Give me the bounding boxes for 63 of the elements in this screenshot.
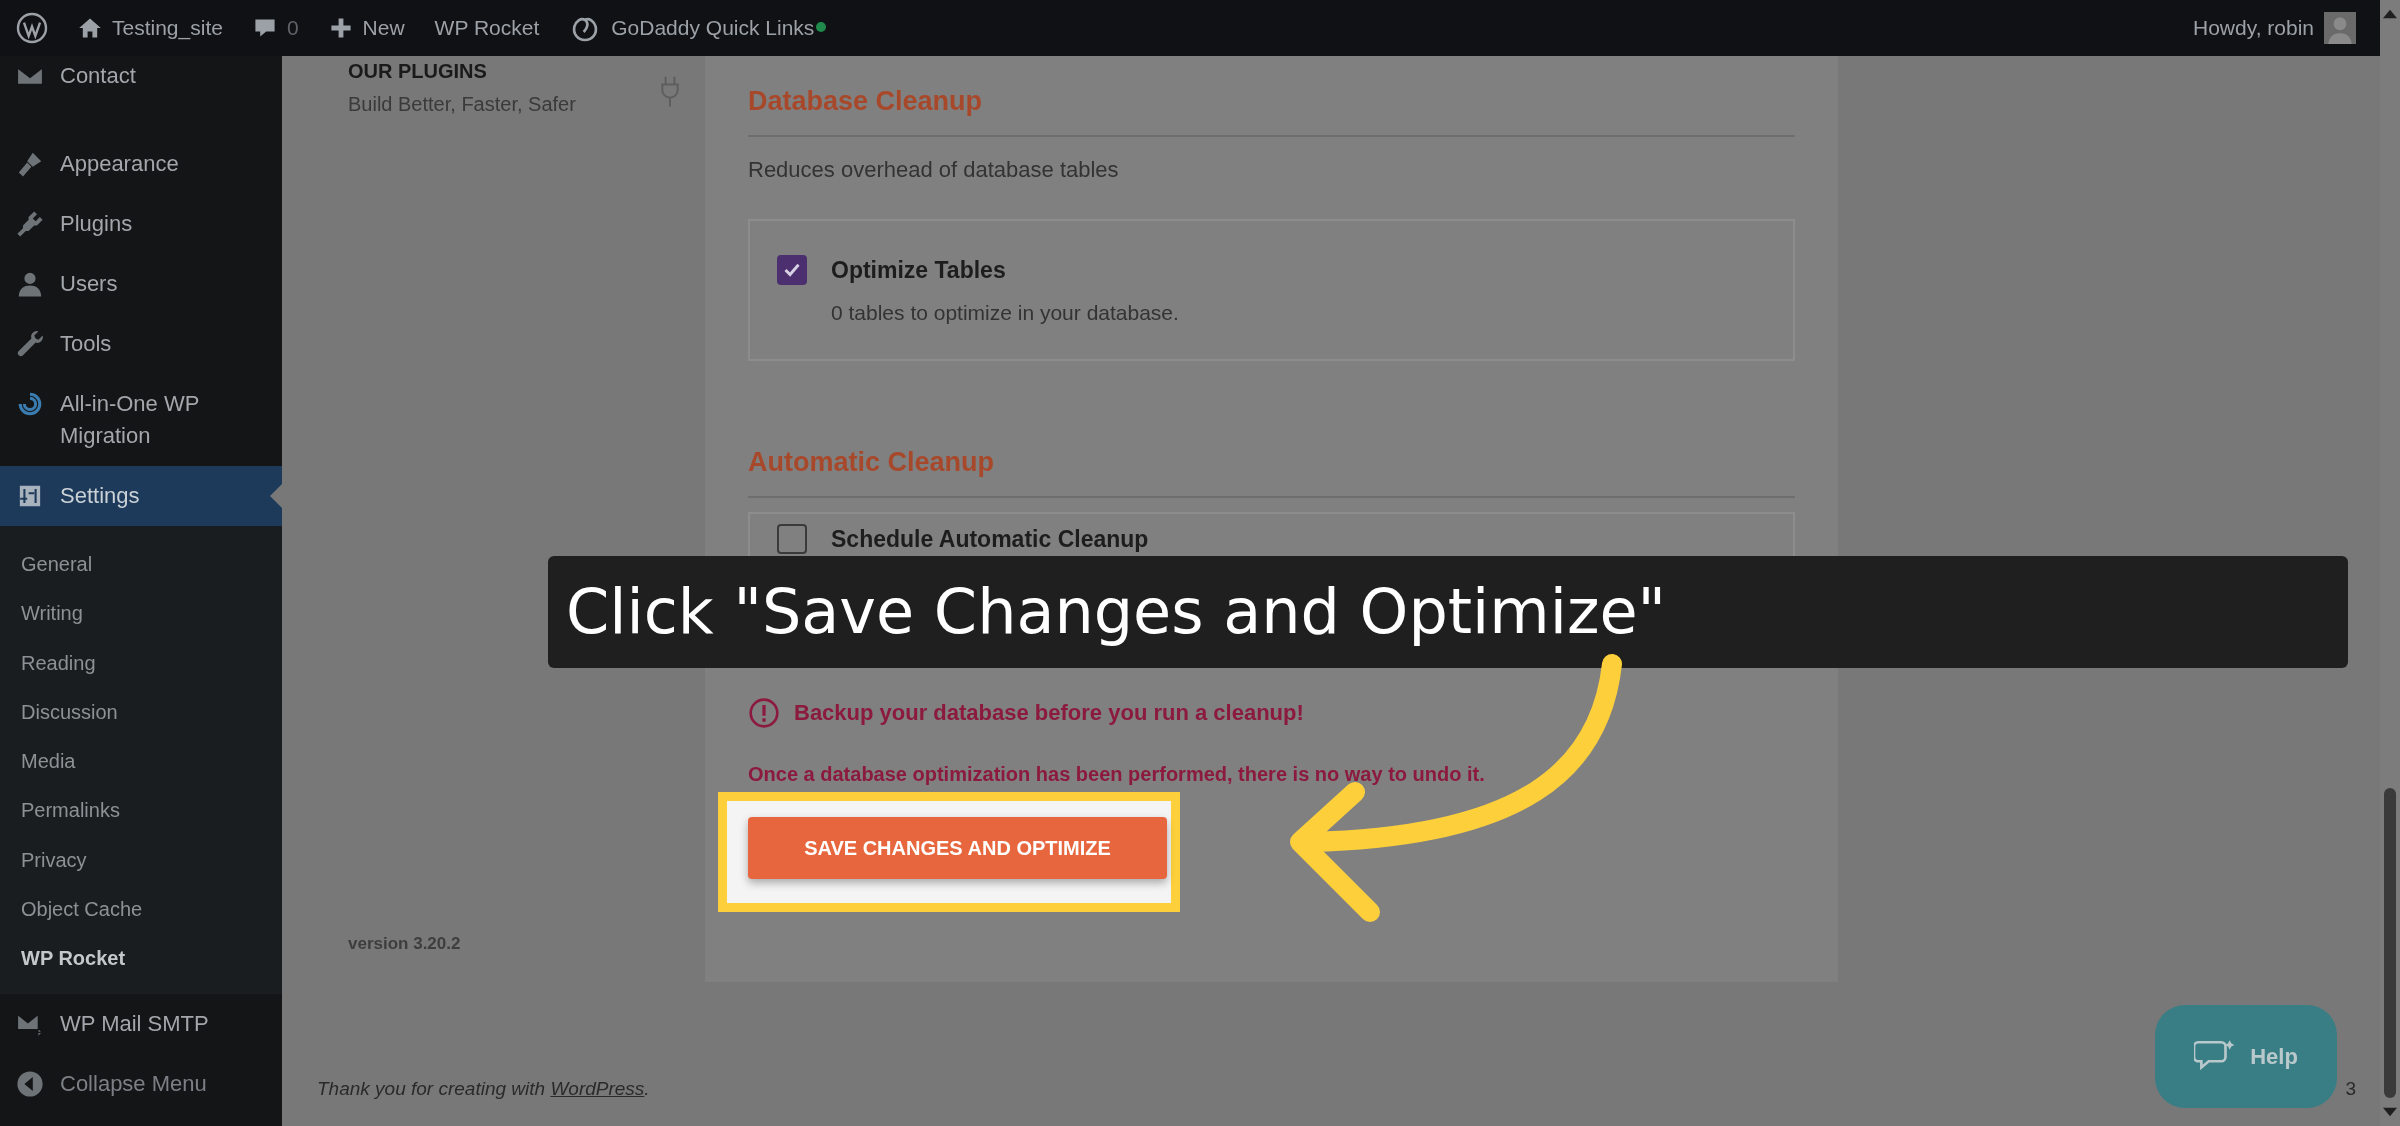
submenu-item[interactable]: Object Cache: [0, 885, 282, 935]
submenu-item[interactable]: Permalinks: [0, 786, 282, 836]
version-label: version 3.20.2: [348, 934, 462, 954]
section-description: Reduces overhead of database tables: [748, 157, 1120, 183]
wp-rocket-link[interactable]: WP Rocket: [434, 16, 540, 40]
notice-text: Once a database optimization has been performed, there is no way to undo it.: [748, 763, 1486, 786]
sidebar-item[interactable]: Contact: [0, 56, 282, 106]
new-link[interactable]: New: [328, 16, 405, 40]
site-name-link[interactable]: Testing_site: [78, 16, 223, 40]
footer-text: Thank you for creating with WordPress.: [317, 1078, 650, 1100]
warning-text: Backup your database before you run a cleanup!: [794, 700, 1304, 726]
exclamation-icon: [748, 697, 780, 729]
sidebar-item[interactable]: Settings: [0, 466, 282, 526]
submenu-item[interactable]: Writing: [0, 589, 282, 639]
account-link[interactable]: Howdy, robin: [2193, 12, 2356, 44]
tutorial-caption: Click "Save Changes and Optimize": [548, 556, 2348, 668]
plugins-heading: OUR PLUGINS: [348, 60, 488, 83]
submenu-item[interactable]: Discussion: [0, 687, 282, 738]
greeting: Howdy, robin: [2193, 16, 2314, 40]
plus-icon: [328, 16, 353, 40]
current-menu-pointer: [270, 484, 282, 508]
brush-icon: [16, 150, 44, 178]
checkbox[interactable]: [777, 255, 807, 285]
sidebar-item[interactable]: Collapse Menu: [0, 1053, 282, 1114]
submenu-item[interactable]: Reading: [0, 638, 282, 688]
plug-icon: [659, 74, 681, 108]
submenu-item[interactable]: Media: [0, 737, 282, 787]
sidebar-item[interactable]: Appearance: [0, 134, 282, 194]
circular-arrow-icon: [16, 390, 44, 418]
collapse-icon: [16, 1069, 44, 1098]
submenu-item[interactable]: Privacy: [0, 835, 282, 886]
sidebar-item[interactable]: Tools: [0, 314, 282, 374]
scrollbar-thumb[interactable]: [2384, 788, 2396, 1098]
submenu-item[interactable]: WP Rocket: [0, 934, 282, 984]
new-label: New: [362, 16, 405, 40]
option-label: Optimize Tables: [831, 256, 1007, 285]
person-icon: [16, 270, 44, 298]
version-fragment: 3: [2345, 1078, 2356, 1100]
submenu-item[interactable]: General: [0, 540, 282, 590]
sidebar-item[interactable]: Plugins: [0, 194, 282, 254]
section-heading: Database Cleanup: [748, 86, 984, 117]
home-icon: [78, 16, 102, 40]
section-heading: Automatic Cleanup: [748, 447, 996, 478]
quick-links-link[interactable]: GoDaddy Quick Links: [569, 12, 827, 44]
plug-icon: [16, 210, 44, 238]
sliders-icon: [16, 482, 44, 510]
wrench-icon: [16, 330, 44, 358]
checkbox[interactable]: [777, 524, 807, 554]
comment-count: 0: [286, 16, 299, 40]
sidebar-item[interactable]: All-in-One WP Migration: [0, 374, 282, 466]
avatar-icon: [2324, 12, 2356, 44]
scroll-down-icon[interactable]: [2383, 1106, 2397, 1118]
option-label: Schedule Automatic Cleanup: [831, 525, 1149, 554]
quick-links-label: GoDaddy Quick Links: [611, 16, 815, 40]
wordpress-logo-icon[interactable]: [16, 12, 48, 44]
sidebar-item[interactable]: WP Mail SMTP: [0, 993, 282, 1054]
status-dot-icon: [816, 22, 827, 32]
sidebar-item[interactable]: Users: [0, 254, 282, 314]
option-detail: 0 tables to optimize in your database.: [831, 301, 1179, 325]
scroll-up-icon[interactable]: [2383, 8, 2397, 20]
site-name: Testing_site: [112, 16, 223, 40]
plugins-tagline: Build Better, Faster, Safer: [348, 93, 576, 116]
scrollbar[interactable]: [2380, 0, 2400, 1126]
